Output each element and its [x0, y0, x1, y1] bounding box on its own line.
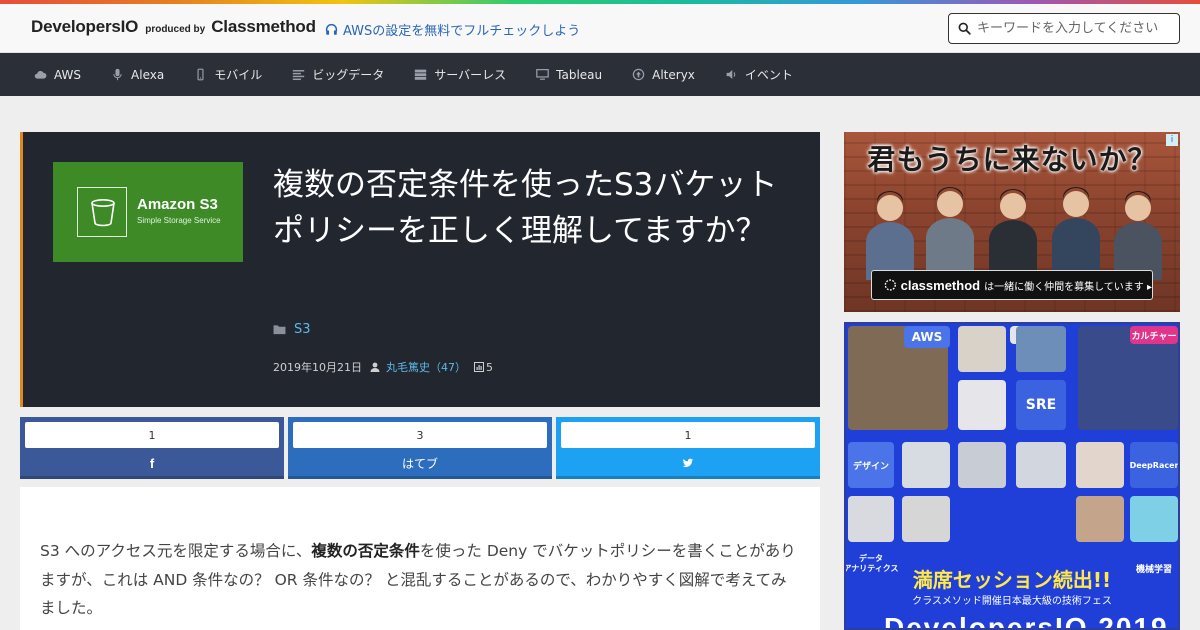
nav-item-label: サーバーレス: [434, 68, 507, 82]
cloud-icon: [34, 70, 47, 79]
circle-arrow-icon: [632, 68, 645, 81]
user-icon: [370, 362, 380, 372]
twitter-icon: [682, 458, 694, 468]
twitter-share-label: [556, 452, 820, 474]
speaker-photo: [902, 496, 950, 542]
intro-text-pre: S3 へのアクセス元を限定する場合に、: [40, 542, 312, 560]
nav-item-label: イベント: [744, 68, 793, 82]
article-intro: S3 へのアクセス元を限定する場合に、複数の否定条件を使った Deny でバケッ…: [40, 537, 800, 623]
hatena-share-button[interactable]: 3 はてブ: [288, 417, 552, 479]
search-box: [948, 13, 1180, 44]
category-link[interactable]: S3: [294, 322, 311, 337]
thumbnail-title: Amazon S3: [137, 196, 218, 213]
folder-icon: [273, 325, 286, 335]
nav-item-label: AWS: [54, 67, 82, 82]
nav-item-serverless[interactable]: サーバーレス: [414, 66, 506, 83]
mobile-icon: [197, 68, 204, 81]
speaker-photo: [958, 442, 1006, 488]
server-icon: [415, 69, 427, 80]
article-title: 複数の否定条件を使ったS3バケットポリシーを正しく理解してますか？: [273, 167, 778, 249]
logo-company: Classmethod: [211, 17, 316, 36]
recruit-banner[interactable]: classmethod は一緒に働く仲間を募集しています ▸: [871, 270, 1153, 300]
team-photo-illustration: [866, 187, 1162, 280]
align-left-icon: [293, 70, 305, 81]
nav-item-bigdata[interactable]: ビッグデータ: [292, 66, 384, 83]
nav-item-event[interactable]: イベント: [725, 66, 793, 83]
nav-item-tableau[interactable]: Tableau: [536, 68, 602, 82]
publish-date: 2019年10月21日: [273, 361, 362, 374]
logo-by: produced by: [145, 24, 206, 35]
article-meta: 2019年10月21日 丸毛篤史（47） 5: [273, 359, 493, 375]
nav-item-label: Alteryx: [652, 67, 695, 82]
share-buttons: 1 f 3 はてブ 1: [20, 417, 820, 479]
bar-chart-icon: [474, 362, 484, 372]
author-link[interactable]: 丸毛篤史（47）: [386, 359, 466, 375]
bucket-icon: [91, 198, 115, 227]
speaker-photo: [1076, 496, 1124, 542]
nav-item-label: Tableau: [556, 67, 603, 82]
article-thumbnail: Amazon S3 Simple Storage Service: [53, 162, 243, 262]
event-ad-bigtext: DevelopersIO 2019: [884, 612, 1169, 630]
recruit-logo-text: classmethod: [900, 277, 981, 293]
nav-item-label: モバイル: [214, 68, 263, 82]
event-ad-banner[interactable]: AWS od カルチャー SRE デザイン DeepRacer データ アナリテ…: [844, 322, 1180, 630]
intro-text-emphasis: 複数の否定条件: [311, 542, 420, 560]
twitter-share-button[interactable]: 1: [556, 417, 820, 479]
microphone-icon: [113, 68, 122, 81]
event-ad-subline: クラスメソッド開催日本最大級の技術フェス: [912, 596, 1112, 607]
recruit-ad-banner[interactable]: 君もうちに来ないか？ classmethod は一緒に働く仲間を募集しています …: [844, 132, 1180, 312]
speaker-photo: [902, 442, 950, 488]
promo-link-text: AWSの設定を無料でフルチェックしよう: [343, 24, 581, 39]
speaker-photo: [1076, 442, 1124, 488]
facebook-icon: f: [149, 455, 155, 471]
nav-item-alexa[interactable]: Alexa: [111, 68, 164, 82]
category-nav: AWS Alexa モバイル ビッグデータ サーバーレス Tableau Alt…: [0, 53, 1200, 96]
nav-item-label: ビッグデータ: [312, 68, 385, 82]
site-header: DevelopersIO produced by Classmethod AWS…: [0, 4, 1200, 53]
nav-item-mobile[interactable]: モバイル: [194, 66, 262, 83]
monitor-icon: [536, 69, 549, 80]
facebook-share-label: f: [20, 452, 284, 474]
classmethod-logo-icon: [884, 279, 896, 291]
speaker-photo: [958, 326, 1006, 372]
nav-item-label: Alexa: [131, 67, 165, 82]
recruit-ad-headline: 君もうちに来ないか？: [867, 143, 1157, 176]
tag-design: デザイン: [848, 442, 894, 488]
headphones-icon: [325, 23, 338, 35]
event-ad-headline: 満席セッション続出!!: [912, 568, 1112, 592]
thumbnail-subtitle: Simple Storage Service: [137, 216, 221, 225]
speaker-photo: [848, 496, 894, 542]
speaker-photo: [1016, 442, 1066, 488]
speaker-photo: [1130, 496, 1178, 542]
speaker-photo: [1016, 326, 1066, 372]
search-input[interactable]: [977, 21, 1177, 36]
article-body: S3 へのアクセス元を限定する場合に、複数の否定条件を使った Deny でバケッ…: [20, 487, 820, 630]
site-logo[interactable]: DevelopersIO produced by Classmethod: [31, 17, 316, 39]
nav-item-aws[interactable]: AWS: [34, 68, 81, 82]
article-category: S3: [273, 322, 311, 337]
ad-info-icon[interactable]: i: [1166, 134, 1178, 146]
tag-culture: カルチャー: [1130, 326, 1178, 344]
tag-aws: AWS: [904, 326, 950, 348]
hatena-share-label: はてブ: [401, 456, 438, 471]
hatena-share-count: 3: [293, 422, 547, 448]
nav-item-alteryx[interactable]: Alteryx: [632, 68, 695, 82]
facebook-share-button[interactable]: 1 f: [20, 417, 284, 479]
twitter-share-count: 1: [561, 422, 815, 448]
tag-sre: SRE: [1016, 380, 1066, 430]
facebook-share-count: 1: [25, 422, 279, 448]
logo-main: DevelopersIO: [31, 17, 139, 36]
recruit-banner-text: は一緒に働く仲間を募集しています ▸: [984, 281, 1152, 293]
speaker-photo: [958, 380, 1006, 430]
article-hero: Amazon S3 Simple Storage Service 複数の否定条件…: [20, 132, 820, 407]
promo-link[interactable]: AWSの設定を無料でフルチェックしよう: [325, 20, 580, 39]
view-count: 5: [486, 360, 493, 374]
s3-logo-frame: [77, 187, 127, 237]
tag-deepracer: DeepRacer: [1130, 442, 1178, 488]
search-icon: [958, 22, 971, 35]
volume-icon: [726, 70, 736, 79]
